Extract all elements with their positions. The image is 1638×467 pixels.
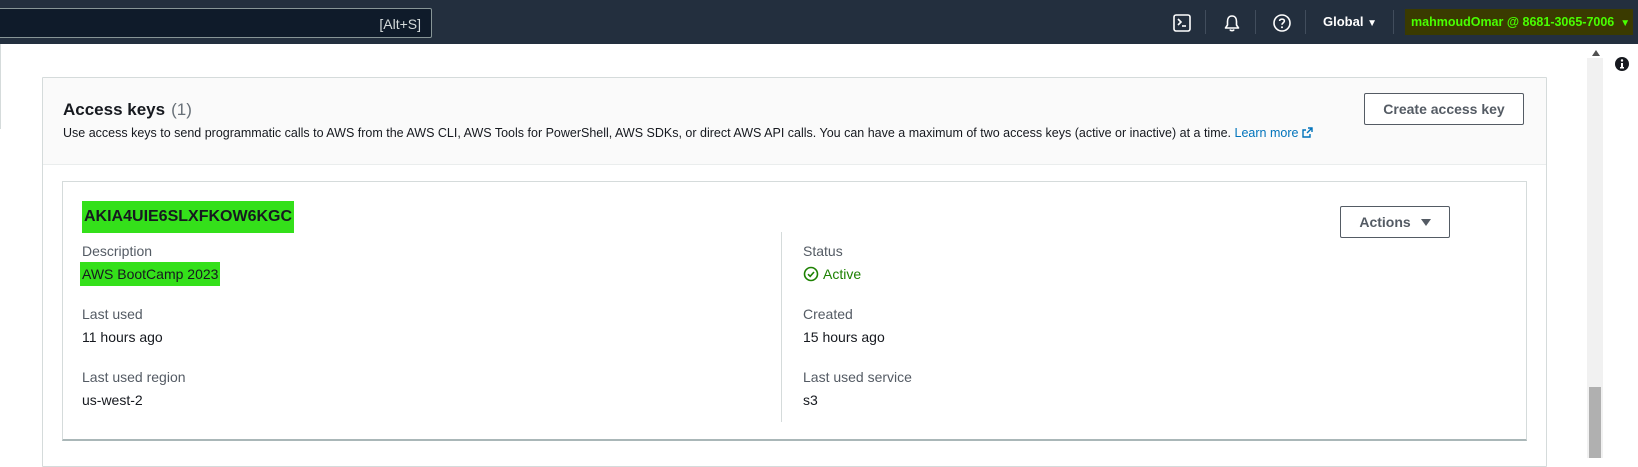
search-input[interactable]: [Alt+S] <box>0 8 432 38</box>
actions-label: Actions <box>1359 214 1411 230</box>
bell-icon[interactable] <box>1222 13 1242 33</box>
description-text-highlighted: AWS BootCamp 2023 <box>80 262 221 286</box>
chevron-down-icon: ▼ <box>1367 18 1377 29</box>
last-used-service-value: s3 <box>803 392 818 408</box>
scroll-up-arrow-icon[interactable] <box>1592 50 1600 56</box>
help-icon[interactable] <box>1272 13 1292 33</box>
learn-more-label: Learn more <box>1234 126 1299 140</box>
column-divider <box>781 232 782 422</box>
topbar-divider <box>1393 10 1394 34</box>
learn-more-link[interactable]: Learn more <box>1235 126 1315 140</box>
last-used-label: Last used <box>82 306 143 322</box>
section-title: Access keys <box>63 100 166 119</box>
top-navigation-bar: [Alt+S] Global ▼ mahmoudOmar @ 8681-3065… <box>0 0 1638 44</box>
access-keys-description: Use access keys to send programmatic cal… <box>63 126 1314 142</box>
status-label: Status <box>803 243 843 259</box>
caret-down-icon <box>1420 219 1431 226</box>
status-success-icon <box>803 266 819 285</box>
region-label: Global <box>1323 14 1364 29</box>
external-link-icon <box>1301 126 1314 142</box>
access-keys-container: Access keys (1) Use access keys to send p… <box>42 77 1547 467</box>
info-icon[interactable] <box>1614 56 1630 72</box>
description-value: AWS BootCamp 2023 <box>80 262 221 286</box>
access-key-id: AKIA4UIE6SLXFKOW6KGC <box>82 201 295 233</box>
status-value: Active <box>803 266 861 285</box>
cloudshell-icon[interactable] <box>1172 13 1192 33</box>
scrollbar-thumb[interactable] <box>1589 387 1601 458</box>
last-used-service-label: Last used service <box>803 369 912 385</box>
last-used-region-value: us-west-2 <box>82 392 143 408</box>
description-label: Description <box>82 243 153 259</box>
chevron-down-icon: ▼ <box>1620 18 1631 29</box>
region-selector[interactable]: Global ▼ <box>1323 14 1377 29</box>
access-keys-header: Access keys (1) Use access keys to send p… <box>43 78 1546 165</box>
topbar-divider <box>1305 10 1306 34</box>
create-access-key-button[interactable]: Create access key <box>1364 93 1524 125</box>
created-value: 15 hours ago <box>803 329 885 345</box>
account-label: mahmoudOmar @ 8681-3065-7006 <box>1411 15 1615 29</box>
last-used-region-label: Last used region <box>82 369 186 385</box>
status-text: Active <box>823 266 862 282</box>
access-keys-title: Access keys (1) <box>63 100 192 120</box>
search-shortcut-hint: [Alt+S] <box>379 16 421 32</box>
description-text: Use access keys to send programmatic cal… <box>63 126 1232 140</box>
sidebar-edge <box>0 44 1 129</box>
access-key-card: AKIA4UIE6SLXFKOW6KGC Actions Description… <box>62 181 1527 441</box>
actions-button[interactable]: Actions <box>1340 206 1450 238</box>
created-label: Created <box>803 306 853 322</box>
account-menu[interactable]: mahmoudOmar @ 8681-3065-7006 ▼ <box>1405 9 1633 35</box>
topbar-divider <box>1255 10 1256 34</box>
last-used-value: 11 hours ago <box>82 329 163 345</box>
key-count: (1) <box>171 100 192 119</box>
topbar-divider <box>1205 10 1206 34</box>
